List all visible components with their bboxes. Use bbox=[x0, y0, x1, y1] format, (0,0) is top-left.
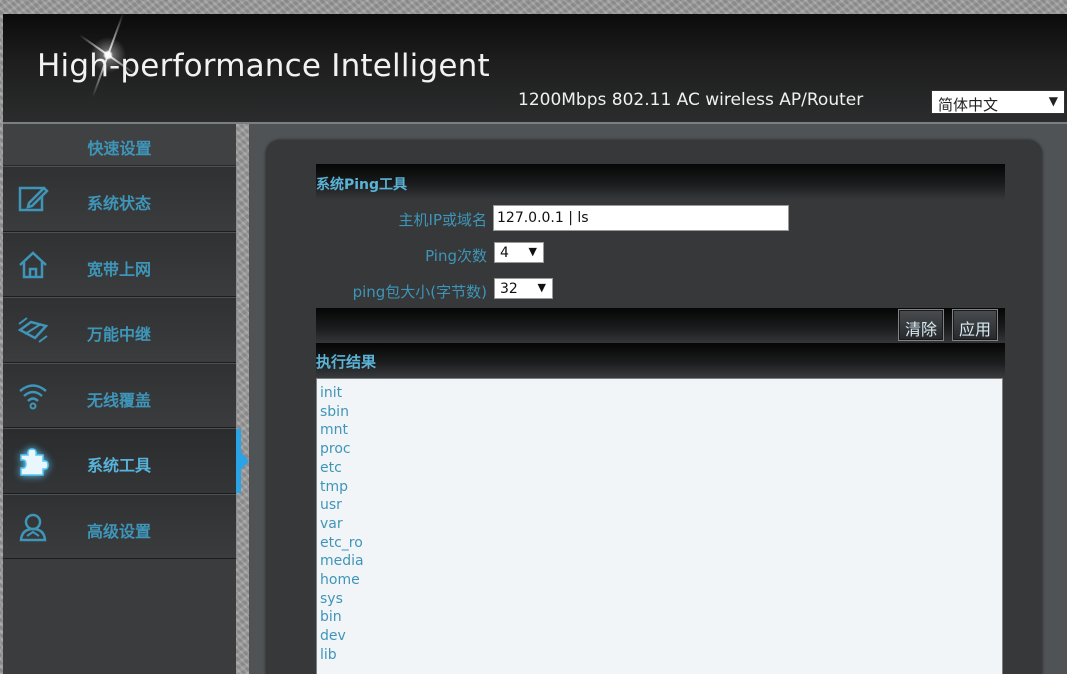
dropdown-arrow-icon: ▼ bbox=[528, 245, 537, 258]
product-subtitle: 1200Mbps 802.11 AC wireless AP/Router bbox=[518, 90, 864, 110]
apply-button[interactable]: 应用 bbox=[952, 309, 999, 341]
result-title: 执行结果 bbox=[316, 343, 1005, 376]
ping-count-select[interactable]: 4 ▼ bbox=[494, 242, 544, 263]
packet-size-select[interactable]: 32 ▼ bbox=[494, 278, 553, 299]
sidebar-item-label: 系统状态 bbox=[87, 194, 152, 213]
result-line: bin bbox=[320, 609, 342, 626]
sidebar-empty-area bbox=[3, 559, 236, 674]
sidebar-item-label: 无线覆盖 bbox=[87, 390, 152, 410]
result-line: tmp bbox=[320, 478, 349, 495]
result-line: dev bbox=[320, 628, 346, 645]
sidebar-quick-setup[interactable]: 快速设置 bbox=[3, 124, 236, 166]
result-line: init bbox=[320, 385, 343, 401]
sidebar-item-wireless[interactable]: 无线覆盖 bbox=[3, 362, 236, 428]
wifi-icon bbox=[19, 383, 47, 409]
sidebar-item-repeater[interactable]: 万能中继 bbox=[3, 297, 236, 363]
language-select-value: 简体中文 bbox=[938, 96, 999, 114]
sidebar-item-broadband[interactable]: 宽带上网 bbox=[3, 231, 236, 297]
packet-size-label: ping包大小(字节数) bbox=[352, 283, 487, 301]
ping-tool-title: 系统Ping工具 bbox=[316, 164, 1005, 199]
user-icon bbox=[19, 513, 47, 541]
repeater-icon bbox=[17, 317, 49, 343]
brand-title: High-performance Intelligent bbox=[37, 48, 490, 84]
sidebar-item-label: 系统工具 bbox=[87, 456, 152, 475]
result-line: var bbox=[320, 515, 343, 532]
sidebar-rail bbox=[236, 166, 249, 559]
dropdown-arrow-icon: ▼ bbox=[1048, 94, 1058, 108]
puzzle-icon bbox=[20, 448, 49, 476]
sidebar-item-label: 高级设置 bbox=[87, 521, 152, 541]
sidebar-item-label: 宽带上网 bbox=[87, 259, 152, 279]
header-banner: High-performance Intelligent 1200Mbps 80… bbox=[3, 10, 1067, 122]
packet-size-value: 32 bbox=[500, 281, 518, 297]
sidebar-item-advanced[interactable]: 高级设置 bbox=[3, 493, 236, 559]
host-label: 主机IP或域名 bbox=[398, 211, 487, 229]
edit-icon bbox=[18, 186, 49, 212]
result-line: proc bbox=[320, 441, 351, 458]
ping-count-value: 4 bbox=[500, 245, 509, 261]
result-line: home bbox=[320, 572, 360, 589]
sidebar: 快速设置 系统状态 宽带上网 万能中继 无线覆盖 系统工具 高级设置 bbox=[3, 124, 236, 674]
language-select[interactable]: 简体中文 ▼ bbox=[931, 90, 1065, 114]
clear-button[interactable]: 清除 bbox=[898, 309, 945, 341]
ping-count-label: Ping次数 bbox=[425, 247, 487, 265]
sidebar-item-system-tools[interactable]: 系统工具 bbox=[3, 428, 236, 494]
home-icon bbox=[19, 250, 47, 278]
host-input[interactable]: 127.0.0.1 | ls bbox=[493, 205, 789, 231]
result-line: etc bbox=[320, 459, 342, 476]
result-line: etc_ro bbox=[320, 534, 363, 551]
result-line: sys bbox=[320, 590, 343, 607]
sidebar-item-system-status[interactable]: 系统状态 bbox=[3, 166, 236, 232]
result-line: usr bbox=[320, 497, 342, 514]
result-line: lib bbox=[320, 646, 337, 663]
result-line: mnt bbox=[320, 422, 348, 439]
result-line: sbin bbox=[320, 403, 349, 420]
dropdown-arrow-icon: ▼ bbox=[537, 281, 546, 294]
sidebar-item-label: 万能中继 bbox=[87, 325, 152, 344]
result-line: media bbox=[320, 553, 364, 570]
active-arrow-icon bbox=[240, 451, 249, 471]
result-output[interactable]: init sbin mnt proc etc tmp usr var etc_romedia ho… bbox=[316, 378, 1003, 674]
